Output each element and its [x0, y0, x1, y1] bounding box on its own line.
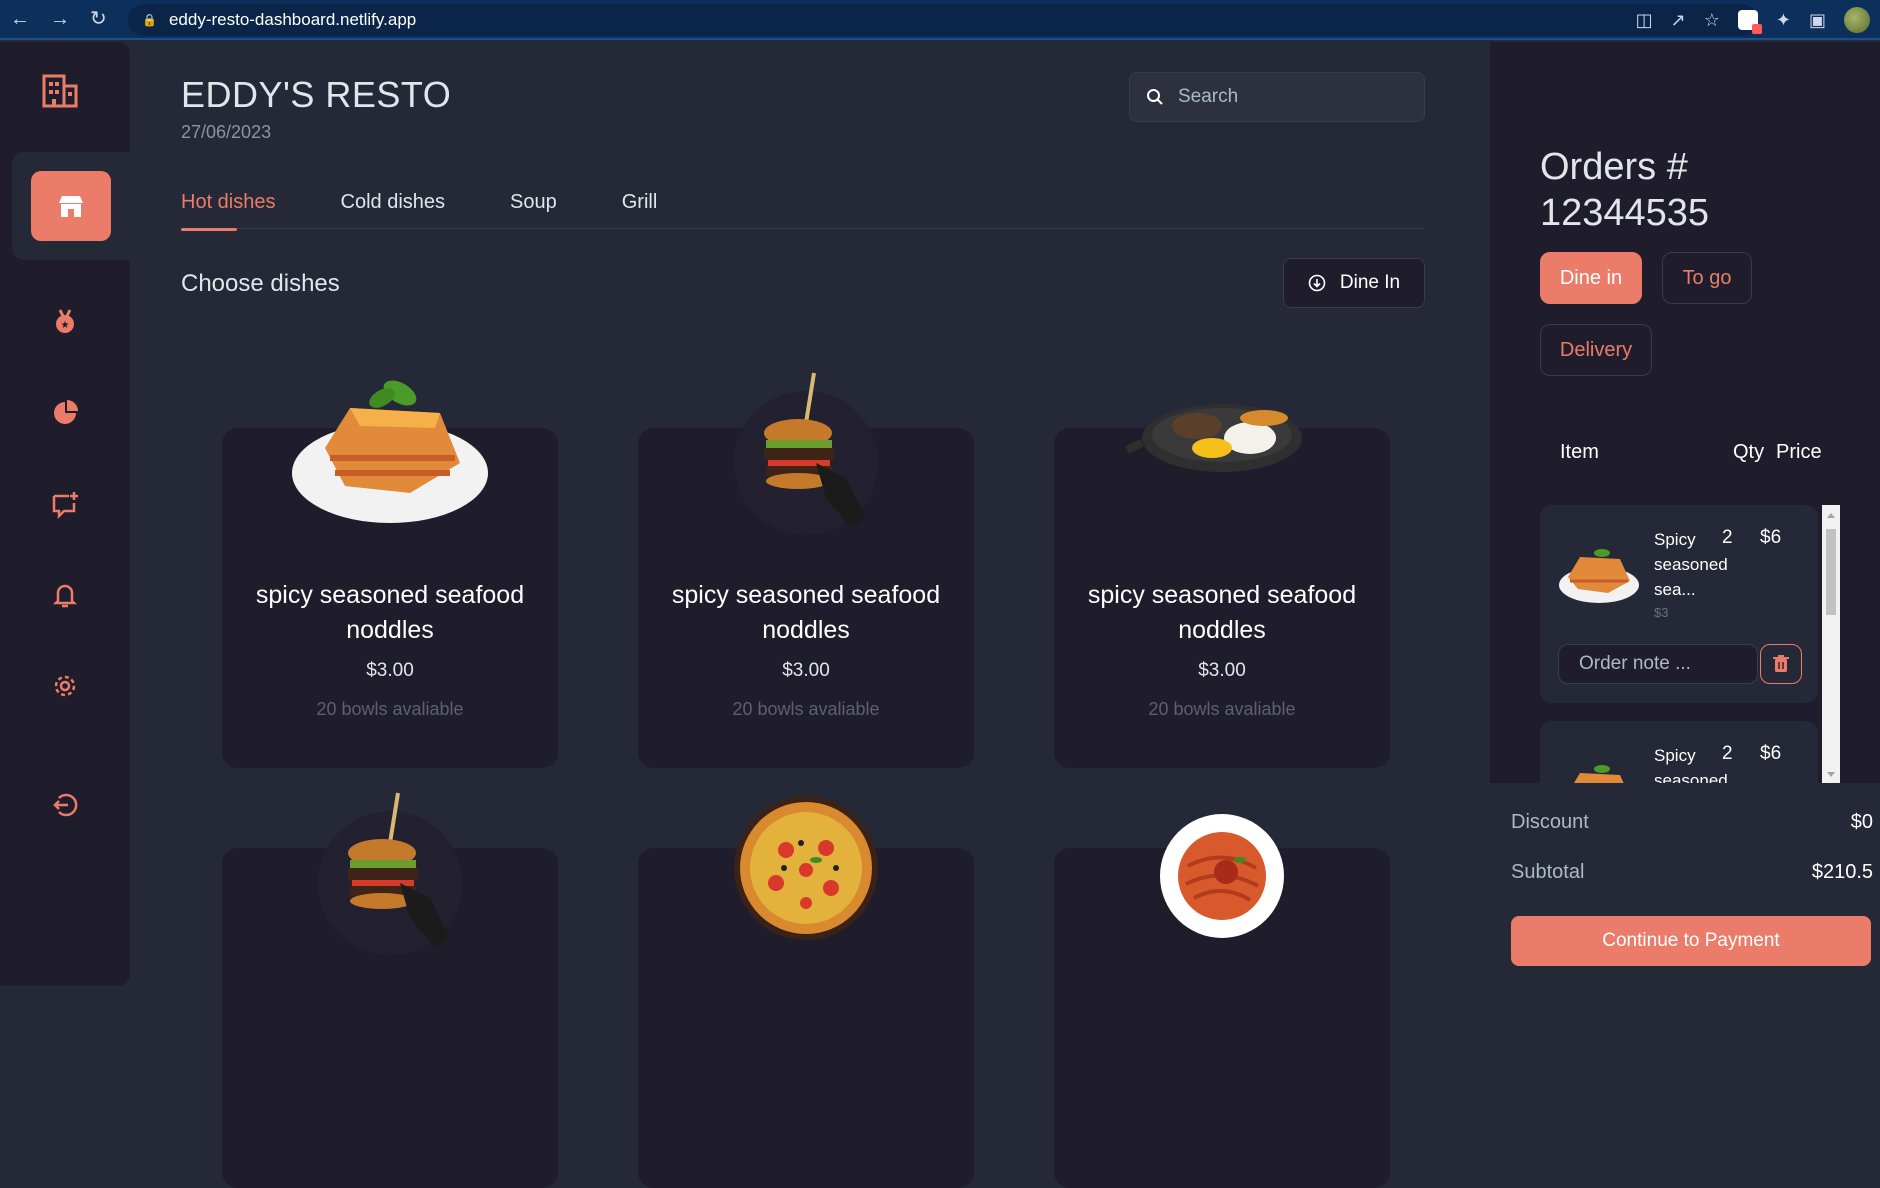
page-title: EDDY'S RESTO	[181, 74, 452, 115]
section-title: Choose dishes	[181, 270, 340, 297]
order-item-qty[interactable]: 2	[1722, 527, 1733, 549]
lasagna-thumbnail	[1559, 549, 1639, 603]
mode-to-go-button[interactable]: To go	[1662, 252, 1752, 304]
order-summary: Discount $0 Subtotal $210.5 Continue to …	[1490, 783, 1880, 986]
share-icon[interactable]: ↗	[1671, 11, 1686, 29]
order-note-input[interactable]: Order note ...	[1558, 644, 1758, 684]
gear-icon	[54, 675, 76, 697]
subtotal-value: $210.5	[1811, 861, 1873, 883]
mode-dine-in-button[interactable]: Dine in	[1540, 252, 1642, 304]
sidebar-item-logout[interactable]	[0, 751, 130, 859]
sidebar-item-settings[interactable]	[0, 632, 130, 740]
search-placeholder: Search	[1178, 86, 1239, 107]
lasagna-thumbnail	[1574, 765, 1624, 783]
scroll-down-arrow-icon[interactable]	[1827, 772, 1835, 777]
search-icon	[1147, 89, 1163, 105]
lasagna-image	[292, 380, 488, 523]
forward-arrow-icon[interactable]: →	[50, 9, 70, 29]
col-price-header: Price	[1776, 441, 1822, 463]
bell-icon	[52, 584, 78, 608]
back-arrow-icon[interactable]: ←	[10, 9, 30, 29]
col-qty-header: Qty	[1733, 441, 1765, 463]
subtotal-row: Subtotal $210.5	[1511, 861, 1873, 884]
bookmark-star-icon[interactable]: ☆	[1704, 11, 1720, 29]
scroll-up-arrow-icon[interactable]	[1827, 513, 1835, 518]
order-item-unit-price: $3	[1654, 605, 1669, 620]
address-bar[interactable]: 🔒 eddy-resto-dashboard.netlify.app	[128, 4, 1758, 36]
reload-icon[interactable]: ↻	[90, 9, 107, 29]
order-item-qty[interactable]: 2	[1722, 743, 1733, 765]
pie-chart-icon	[54, 400, 78, 424]
scrollbar-thumb[interactable]	[1826, 529, 1836, 615]
sidebar-item-home[interactable]	[12, 152, 130, 260]
dish-availability: 20 bowls avaliable	[1148, 699, 1296, 719]
dish-card[interactable]: spicy seasoned seafood noddles $3.00 20 …	[222, 380, 558, 768]
dish-price: $3.00	[782, 660, 830, 681]
puzzle-icon[interactable]: ✦	[1776, 11, 1791, 29]
profile-avatar-icon[interactable]	[1844, 7, 1870, 33]
order-item: Spicy seasoned sea... $3 2 $6 Order note…	[1540, 505, 1818, 703]
side-panel-icon[interactable]: ▣	[1809, 11, 1826, 29]
trash-icon	[1773, 655, 1789, 672]
sidebar: ★	[0, 42, 130, 986]
mode-delivery-button[interactable]: Delivery	[1540, 324, 1652, 376]
order-items-list[interactable]: Spicy seasoned sea... $3 2 $6 Order note…	[1540, 505, 1840, 783]
subtotal-label: Subtotal	[1511, 861, 1585, 883]
dine-in-dropdown[interactable]: Dine In	[1283, 258, 1425, 308]
dish-card[interactable]	[638, 796, 974, 1188]
tab-soup[interactable]: Soup	[510, 187, 557, 229]
orders-title: Orders # 12344535	[1540, 146, 1710, 234]
extension-badge-icon[interactable]	[1737, 10, 1762, 34]
spaghetti-image	[1160, 814, 1284, 938]
store-icon	[59, 196, 83, 217]
dish-price: $3.00	[1198, 660, 1246, 681]
discount-badge-icon: ★	[56, 309, 74, 333]
main-content: EDDY'S RESTO 27/06/2023 Search Hot dishe…	[130, 42, 1490, 1188]
discount-row: Discount $0	[1511, 811, 1873, 834]
chevron-down-circle-icon	[1308, 274, 1326, 292]
order-list-scrollbar[interactable]	[1822, 505, 1840, 783]
dish-name: spicy seasoned seafood noddles	[255, 581, 525, 644]
category-tabs: Hot dishes Cold dishes Soup Grill	[181, 187, 1425, 231]
building-icon[interactable]	[40, 72, 80, 108]
dish-name: spicy seasoned seafood noddles	[671, 581, 941, 644]
dish-availability: 20 bowls avaliable	[316, 699, 464, 719]
dish-availability: 20 bowls avaliable	[732, 699, 880, 719]
dish-card[interactable]: spicy seasoned seafood noddles $3.00 20 …	[1054, 404, 1390, 768]
burger-image	[318, 792, 462, 955]
browser-toolbar: ← → ↻ 🔒 eddy-resto-dashboard.netlify.app…	[0, 0, 1880, 40]
continue-to-payment-button[interactable]: Continue to Payment	[1511, 916, 1871, 966]
translate-icon[interactable]: ◫	[1636, 11, 1653, 29]
pizza-image	[734, 796, 878, 940]
dish-price: $3.00	[366, 660, 414, 681]
browser-actions: ◫ ↗ ☆ ✦ ▣	[1636, 0, 1870, 40]
order-item-price: $6	[1760, 527, 1782, 548]
rice-skillet-image	[1125, 404, 1302, 472]
page-date: 27/06/2023	[181, 122, 272, 142]
tab-hot-dishes[interactable]: Hot dishes	[181, 187, 276, 231]
order-item-price: $6	[1760, 743, 1782, 764]
dish-card[interactable]	[222, 792, 558, 1188]
browser-nav: ← → ↻	[0, 9, 126, 29]
logout-icon	[53, 793, 78, 817]
search-input[interactable]: Search	[1129, 72, 1425, 122]
col-item-header: Item	[1560, 441, 1599, 463]
message-add-icon	[52, 492, 78, 519]
burger-image	[734, 372, 878, 535]
order-item: Spicy seasoned 2 $6	[1540, 721, 1818, 783]
dine-in-label: Dine In	[1339, 272, 1401, 293]
svg-text:★: ★	[61, 320, 70, 331]
delete-item-button[interactable]	[1760, 644, 1802, 684]
sidebar-home-button[interactable]	[31, 171, 111, 241]
url-text: eddy-resto-dashboard.netlify.app	[168, 10, 417, 29]
dish-name: spicy seasoned seafood noddles	[1087, 581, 1357, 644]
discount-label: Discount	[1511, 811, 1589, 833]
discount-value: $0	[1850, 811, 1873, 833]
dish-card[interactable]: spicy seasoned seafood noddles $3.00 20 …	[638, 372, 974, 768]
dish-card[interactable]	[1054, 814, 1390, 1188]
tab-cold-dishes[interactable]: Cold dishes	[341, 187, 446, 229]
tab-grill[interactable]: Grill	[622, 187, 658, 229]
lock-icon: 🔒	[142, 13, 157, 27]
